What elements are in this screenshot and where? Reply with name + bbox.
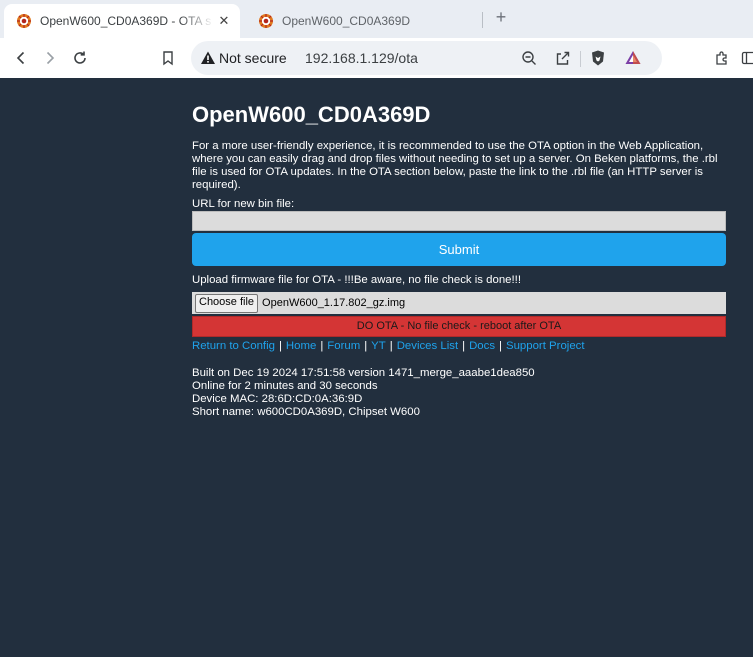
link-support-project[interactable]: Support Project xyxy=(506,340,585,352)
address-bar[interactable]: Not secure 192.168.1.129/ota xyxy=(191,41,662,75)
link-separator: | xyxy=(364,340,368,352)
uptime-info: Online for 2 minutes and 30 seconds xyxy=(192,380,378,392)
new-tab-plus-icon[interactable]: + xyxy=(490,6,512,28)
link-yt[interactable]: YT xyxy=(371,340,386,352)
link-return-to-config[interactable]: Return to Config xyxy=(192,340,275,352)
forward-arrow-icon[interactable] xyxy=(38,46,62,70)
page-title: OpenW600_CD0A369D xyxy=(192,102,431,127)
link-devices-list[interactable]: Devices List xyxy=(397,340,458,352)
tab-strip: OpenW600_CD0A369D - OTA s ✕ OpenW600_CD0… xyxy=(0,0,753,38)
share-icon[interactable] xyxy=(553,48,573,68)
submit-button[interactable]: Submit xyxy=(192,233,726,266)
reload-icon[interactable] xyxy=(68,46,92,70)
sidebar-panel-icon[interactable] xyxy=(737,46,753,70)
tab-title: OpenW600_CD0A369D xyxy=(282,14,411,28)
brave-shields-icon[interactable] xyxy=(588,48,608,68)
mac-info: Device MAC: 28:6D:CD:0A:36:9D xyxy=(192,393,363,405)
intro-paragraph: For a more user-friendly experience, it … xyxy=(192,140,718,191)
extensions-puzzle-icon[interactable] xyxy=(710,46,734,70)
link-separator: | xyxy=(278,340,282,352)
browser-toolbar: Not secure 192.168.1.129/ota xyxy=(0,38,753,78)
do-ota-button[interactable]: DO OTA - No file check - reboot after OT… xyxy=(192,316,726,337)
bin-url-input[interactable] xyxy=(192,211,726,231)
tab-title: OpenW600_CD0A369D - OTA s xyxy=(40,14,212,28)
link-separator: | xyxy=(389,340,393,352)
security-label[interactable]: Not secure xyxy=(219,50,287,66)
bookmark-icon[interactable] xyxy=(156,46,180,70)
file-upload-field[interactable]: Choose file OpenW600_1.17.802_gz.img xyxy=(192,292,726,314)
link-separator: | xyxy=(499,340,502,352)
back-arrow-icon[interactable] xyxy=(9,46,33,70)
upload-label: Upload firmware file for OTA - !!!Be awa… xyxy=(192,274,521,286)
build-info: Built on Dec 19 2024 17:51:58 version 14… xyxy=(192,367,535,379)
tab-divider xyxy=(482,12,483,28)
url-text[interactable]: 192.168.1.129/ota xyxy=(305,50,418,66)
zoom-icon[interactable] xyxy=(519,48,539,68)
tab-ota[interactable]: OpenW600_CD0A369D - OTA s ✕ xyxy=(4,4,240,38)
link-separator: | xyxy=(462,340,466,352)
device-info: Built on Dec 19 2024 17:51:58 version 14… xyxy=(192,367,535,419)
openbeken-favicon-icon xyxy=(259,14,273,28)
selected-file-name: OpenW600_1.17.802_gz.img xyxy=(262,297,406,309)
brave-rewards-icon[interactable] xyxy=(623,48,643,68)
link-forum[interactable]: Forum xyxy=(327,340,360,352)
tab-close-icon[interactable]: ✕ xyxy=(214,13,234,29)
url-field-label: URL for new bin file: xyxy=(192,198,295,210)
page-body: OpenW600_CD0A369D For a more user-friend… xyxy=(0,78,753,657)
omnibox-divider xyxy=(580,51,581,67)
link-home[interactable]: Home xyxy=(286,340,316,352)
link-separator: | xyxy=(320,340,324,352)
tab-home[interactable]: OpenW600_CD0A369D xyxy=(246,4,478,38)
link-docs[interactable]: Docs xyxy=(469,340,495,352)
choose-file-button[interactable]: Choose file xyxy=(195,293,259,313)
warning-triangle-icon[interactable] xyxy=(200,50,216,66)
short-name-info: Short name: w600CD0A369D, Chipset W600 xyxy=(192,406,420,418)
openbeken-favicon-icon xyxy=(17,14,31,28)
footer-links: Return to Config | Home | Forum | YT | Devices L… xyxy=(192,340,585,352)
